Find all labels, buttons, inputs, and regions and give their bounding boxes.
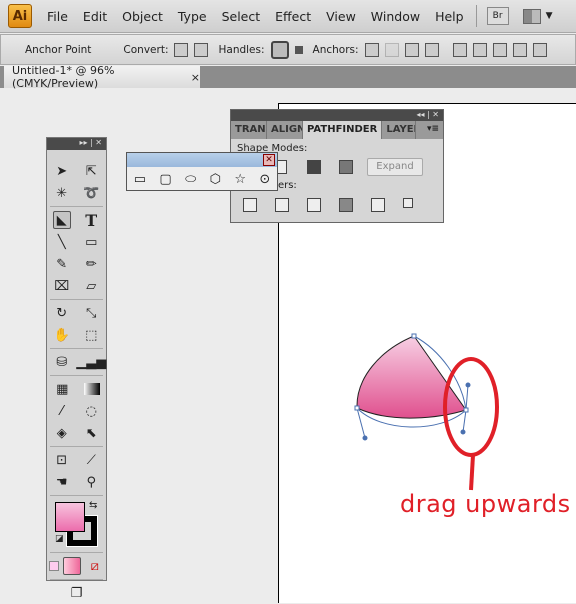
- free-transform-icon[interactable]: ⬚: [82, 326, 100, 344]
- default-colors-icon[interactable]: ◪: [55, 534, 64, 544]
- eraser-icon[interactable]: ▱: [82, 277, 100, 295]
- mesh-icon[interactable]: ▦: [53, 380, 71, 398]
- paintbrush-icon[interactable]: ✎: [53, 255, 71, 273]
- panel-header[interactable]: ▸▸ | ✕: [47, 138, 106, 150]
- tab-transform[interactable]: TRAN: [231, 121, 267, 139]
- hand-icon[interactable]: ☚: [53, 473, 71, 491]
- pencil-icon[interactable]: ✏: [82, 255, 100, 273]
- gradient-icon[interactable]: [83, 383, 100, 395]
- intersect-icon[interactable]: [339, 160, 353, 174]
- color-mode-icon[interactable]: [49, 561, 60, 571]
- annotation-line: [469, 454, 475, 491]
- close-icon[interactable]: ✕: [263, 154, 275, 166]
- tab-pathfinder[interactable]: PATHFINDER: [303, 121, 383, 139]
- pen-tool-icon[interactable]: ◣: [52, 211, 71, 229]
- rounded-rectangle-tool-icon[interactable]: ▢: [159, 172, 171, 187]
- flare-tool-icon[interactable]: ⊙: [259, 172, 270, 187]
- rotate-icon[interactable]: ↻: [53, 304, 71, 322]
- rectangle-tool-icon[interactable]: ▭: [134, 172, 146, 187]
- ellipse-tool-icon[interactable]: ⬭: [185, 172, 196, 187]
- expand-button[interactable]: Expand: [367, 158, 423, 176]
- eyedropper-icon[interactable]: ⁄: [53, 402, 71, 420]
- warp-icon[interactable]: ✋: [53, 326, 71, 344]
- gradient-mode-icon[interactable]: [63, 557, 82, 575]
- fill-stroke: ⇆ ◪: [47, 498, 106, 550]
- blob-brush-icon[interactable]: ⌧: [53, 277, 71, 295]
- direct-selection-tool-icon[interactable]: ⇱: [82, 162, 100, 180]
- line-tool-icon[interactable]: ╲: [53, 233, 71, 251]
- symbol-sprayer-icon[interactable]: ⛁: [53, 353, 71, 371]
- fill-swatch[interactable]: [55, 502, 85, 532]
- panel-menu-icon[interactable]: ▾≡: [423, 121, 443, 139]
- minus-front-icon[interactable]: [307, 160, 321, 174]
- trim-icon[interactable]: [275, 198, 289, 212]
- graph-icon[interactable]: ▁▃▅: [76, 353, 106, 371]
- lasso-icon[interactable]: ➰: [82, 184, 100, 202]
- rectangle-tool-icon[interactable]: ▭: [82, 233, 100, 251]
- scale-icon[interactable]: ⤡: [82, 304, 100, 322]
- tools-panel: ▸▸ | ✕ ➤ ⇱ ✳ ➰ ◣ T ╲ ▭ ✎ ✏ ⌧ ▱ ↻ ⤡ ✋ ⬚ ⛁ ▁▃▅ ▦ ⁄ ◌…: [46, 137, 107, 601]
- divide-icon[interactable]: [243, 198, 257, 212]
- live-paint-selection-icon[interactable]: ⬉: [82, 424, 100, 442]
- blend-icon[interactable]: ◌: [82, 402, 100, 420]
- shape-tools-panel: ✕ ▭ ▢ ⬭ ⬡ ☆ ⊙: [126, 152, 278, 191]
- outline-icon[interactable]: [371, 198, 385, 212]
- slice-icon[interactable]: ⟋: [82, 451, 100, 469]
- annotation-text: drag upwards: [400, 490, 571, 518]
- minus-back-icon[interactable]: [403, 198, 413, 208]
- zoom-icon[interactable]: ⚲: [82, 473, 100, 491]
- magic-wand-icon[interactable]: ✳: [53, 184, 71, 202]
- tab-align[interactable]: ALIGN: [267, 121, 303, 139]
- panel-header[interactable]: ✕: [127, 153, 277, 167]
- merge-icon[interactable]: [307, 198, 321, 212]
- polygon-tool-icon[interactable]: ⬡: [210, 172, 221, 187]
- swap-icon[interactable]: ⇆: [89, 500, 97, 511]
- star-tool-icon[interactable]: ☆: [234, 172, 246, 187]
- selection-tool-icon[interactable]: ➤: [53, 162, 71, 180]
- artboard-icon[interactable]: ⊡: [53, 451, 71, 469]
- crop-icon[interactable]: [339, 198, 353, 212]
- live-paint-icon[interactable]: ◈: [53, 424, 71, 442]
- tab-layers[interactable]: LAYEF: [382, 121, 417, 139]
- none-mode-icon[interactable]: ⧄: [86, 557, 104, 575]
- type-tool-icon[interactable]: T: [82, 211, 100, 230]
- panel-header[interactable]: ◂◂ | ✕: [231, 110, 443, 121]
